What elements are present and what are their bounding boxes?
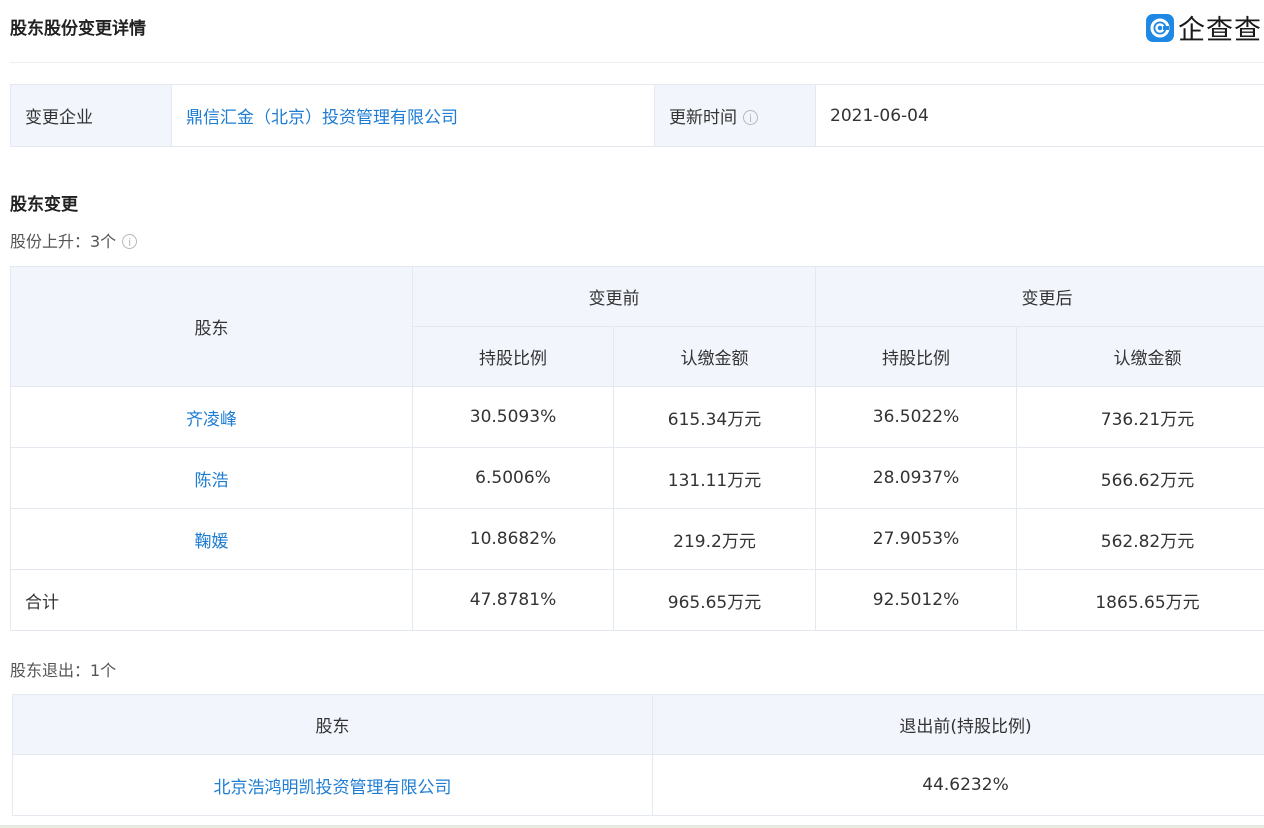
share-increase-label-wrap: 股份上升：3个 i (10, 228, 138, 252)
before-amount: 615.34万元 (613, 386, 816, 448)
company-name-cell: 鼎信汇金（北京）投资管理有限公司 (171, 84, 655, 147)
table-row: 陈浩 6.5006% 131.11万元 28.0937% 566.62万元 (10, 447, 1264, 509)
total-after-amount: 1865.65万元 (1016, 569, 1264, 631)
logo-text: 企查查 (1178, 15, 1262, 46)
change-info-table: 变更企业 鼎信汇金（北京）投资管理有限公司 更新时间 i 2021-06-04 (10, 84, 1264, 147)
header-before-ratio: 持股比例 (412, 326, 614, 387)
shareholder-name-cell: 陈浩 (10, 447, 413, 509)
header-shareholder: 股东 (10, 266, 413, 387)
info-icon[interactable]: i (743, 110, 758, 125)
company-label: 变更企业 (10, 84, 172, 147)
shareholder-name-cell: 鞠媛 (10, 508, 413, 570)
shareholder-exit-table: 股东 退出前(持股比例) 北京浩鸿明凯投资管理有限公司 44.6232% (12, 694, 1264, 816)
total-after-ratio: 92.5012% (815, 569, 1017, 631)
total-before-ratio: 47.8781% (412, 569, 614, 631)
shareholder-exit-label: 股东退出：1个 (10, 661, 117, 680)
after-amount: 562.82万元 (1016, 508, 1264, 570)
exit-shareholder-name-cell: 北京浩鸿明凯投资管理有限公司 (12, 754, 653, 816)
shareholder-link[interactable]: 鞠媛 (195, 532, 229, 552)
exit-ratio: 44.6232% (652, 754, 1264, 816)
total-before-amount: 965.65万元 (613, 569, 816, 631)
header-exit-shareholder: 股东 (12, 694, 653, 755)
title-divider (10, 62, 1264, 63)
info-icon[interactable]: i (122, 234, 138, 249)
shareholder-name-cell: 齐凌峰 (10, 386, 413, 448)
table-row: 齐凌峰 30.5093% 615.34万元 36.5022% 736.21万元 (10, 386, 1264, 448)
header-after-ratio: 持股比例 (815, 326, 1017, 387)
header-after-change: 变更后 (815, 266, 1264, 327)
table-row: 鞠媛 10.8682% 219.2万元 27.9053% 562.82万元 (10, 508, 1264, 570)
after-amount: 566.62万元 (1016, 447, 1264, 509)
shareholder-link[interactable]: 陈浩 (195, 471, 229, 491)
header-before-change: 变更前 (412, 266, 816, 327)
exit-shareholder-link[interactable]: 北京浩鸿明凯投资管理有限公司 (214, 778, 452, 798)
update-time-label-cell: 更新时间 i (654, 84, 816, 147)
qichacha-logo-icon (1146, 13, 1174, 42)
info-row: 变更企业 鼎信汇金（北京）投资管理有限公司 更新时间 i 2021-06-04 (10, 84, 1264, 147)
update-time-value: 2021-06-04 (815, 84, 1264, 147)
before-ratio: 30.5093% (412, 386, 614, 448)
header-after-amount: 认缴金额 (1016, 326, 1264, 387)
header-before-amount: 认缴金额 (613, 326, 816, 387)
page-title: 股东股份变更详情 (10, 19, 146, 39)
table-row: 北京浩鸿明凯投资管理有限公司 44.6232% (12, 754, 1264, 816)
before-ratio: 6.5006% (412, 447, 614, 509)
company-name-link[interactable]: 鼎信汇金（北京）投资管理有限公司 (186, 108, 458, 128)
before-amount: 131.11万元 (613, 447, 816, 509)
total-row: 合计 47.8781% 965.65万元 92.5012% 1865.65万元 (10, 569, 1264, 631)
section-title-shareholder-change: 股东变更 (10, 195, 78, 215)
after-ratio: 36.5022% (815, 386, 1017, 448)
qichacha-logo[interactable]: 企查查 (1146, 8, 1262, 47)
after-ratio: 27.9053% (815, 508, 1017, 570)
share-increase-label: 股份上升：3个 (10, 232, 117, 251)
after-ratio: 28.0937% (815, 447, 1017, 509)
total-label: 合计 (10, 569, 413, 631)
shareholder-change-table: 股东 变更前 变更后 持股比例 认缴金额 持股比例 认缴金额 齐凌峰 30.50… (10, 266, 1264, 631)
update-time-label: 更新时间 (669, 108, 737, 128)
after-amount: 736.21万元 (1016, 386, 1264, 448)
shareholder-link[interactable]: 齐凌峰 (186, 410, 237, 430)
before-amount: 219.2万元 (613, 508, 816, 570)
header-before-exit-ratio: 退出前(持股比例) (652, 694, 1264, 755)
before-ratio: 10.8682% (412, 508, 614, 570)
